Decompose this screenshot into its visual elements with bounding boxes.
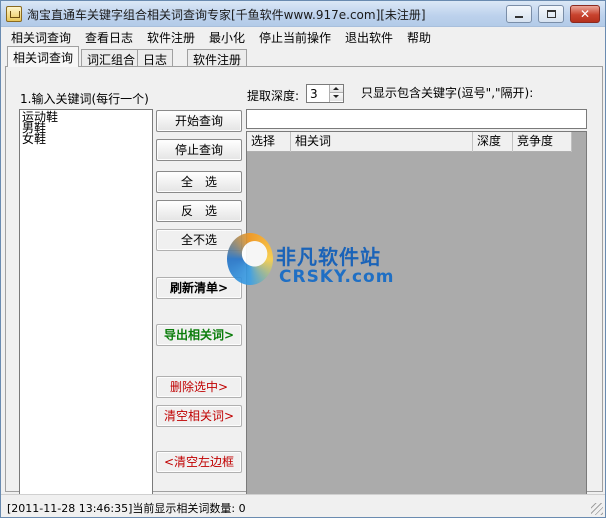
tab-log[interactable]: 日志 (137, 49, 174, 67)
app-window: 淘宝直通车关键字组合相关词查询专家[千鱼软件www.917e.com][未注册]… (0, 0, 606, 518)
resize-grip-icon[interactable] (591, 503, 603, 515)
delete-selected-button[interactable]: 删除选中> (156, 376, 242, 398)
keywords-textarea[interactable]: 运动鞋 男鞋 女鞋 (19, 109, 153, 497)
spin-up-icon[interactable] (330, 85, 343, 93)
grid-header: 选择 相关词 深度 竞争度 (247, 132, 572, 152)
stop-query-button[interactable]: 停止查询 (156, 139, 242, 161)
clear-left-box-button[interactable]: <清空左边框 (156, 451, 242, 473)
status-bar: [2011-11-28 13:46:35]当前显示相关词数量: 0 (1, 494, 605, 517)
select-all-button[interactable]: 全 选 (156, 171, 242, 193)
close-icon: ✕ (579, 7, 591, 21)
title-bar[interactable]: 淘宝直通车关键字组合相关词查询专家[千鱼软件www.917e.com][未注册]… (1, 1, 605, 27)
tab-word-combination[interactable]: 词汇组合 (81, 49, 142, 67)
filter-input[interactable] (246, 109, 587, 129)
menu-related-query[interactable]: 相关词查询 (11, 29, 71, 46)
filter-label: 只显示包含关键字(逗号","隔开): (361, 86, 534, 100)
minimize-icon (515, 16, 523, 18)
window-title: 淘宝直通车关键字组合相关词查询专家[千鱼软件www.917e.com][未注册] (27, 8, 426, 22)
menu-exit[interactable]: 退出软件 (345, 29, 393, 46)
crsky-logo-icon (227, 233, 273, 285)
depth-label: 提取深度: (247, 89, 300, 103)
app-logo-icon (6, 6, 22, 22)
minimize-button[interactable] (506, 5, 532, 23)
related-words-grid[interactable]: 选择 相关词 深度 竞争度 (246, 131, 587, 497)
maximize-button[interactable] (538, 5, 564, 23)
crsky-watermark: 非凡软件站 CRSKY.com (221, 229, 393, 293)
menu-bar: 相关词查询 查看日志 软件注册 最小化 停止当前操作 退出软件 帮助 (1, 27, 605, 46)
column-related-word[interactable]: 相关词 (291, 132, 473, 152)
depth-spinner[interactable]: 3 (306, 84, 344, 103)
tab-software-register[interactable]: 软件注册 (187, 49, 248, 67)
clear-related-button[interactable]: 清空相关词> (156, 405, 242, 427)
menu-minimize[interactable]: 最小化 (209, 29, 245, 46)
start-query-button[interactable]: 开始查询 (156, 110, 242, 132)
column-competition[interactable]: 竞争度 (513, 132, 572, 152)
status-text: [2011-11-28 13:46:35]当前显示相关词数量: 0 (7, 502, 246, 515)
close-button[interactable]: ✕ (570, 5, 600, 23)
watermark-en-text: CRSKY.com (279, 267, 395, 287)
invert-selection-button[interactable]: 反 选 (156, 200, 242, 222)
menu-stop-operation[interactable]: 停止当前操作 (259, 29, 331, 46)
keywords-label: 1.输入关键词(每行一个) (20, 92, 149, 106)
keyword-line: 女鞋 (22, 132, 47, 146)
spinner-arrows (329, 85, 343, 102)
menu-help[interactable]: 帮助 (407, 29, 431, 46)
spin-down-icon[interactable] (330, 93, 343, 101)
column-depth[interactable]: 深度 (473, 132, 513, 152)
tab-strip: 相关词查询 词汇组合 日志 软件注册 (5, 46, 603, 67)
watermark-cn-text: 非凡软件站 (276, 245, 381, 269)
menu-register[interactable]: 软件注册 (147, 29, 195, 46)
column-select[interactable]: 选择 (247, 132, 291, 152)
tab-related-query[interactable]: 相关词查询 (7, 46, 80, 67)
depth-value: 3 (310, 87, 318, 101)
export-related-button[interactable]: 导出相关词> (156, 324, 242, 346)
menu-view-log[interactable]: 查看日志 (85, 29, 133, 46)
maximize-icon (547, 10, 556, 18)
